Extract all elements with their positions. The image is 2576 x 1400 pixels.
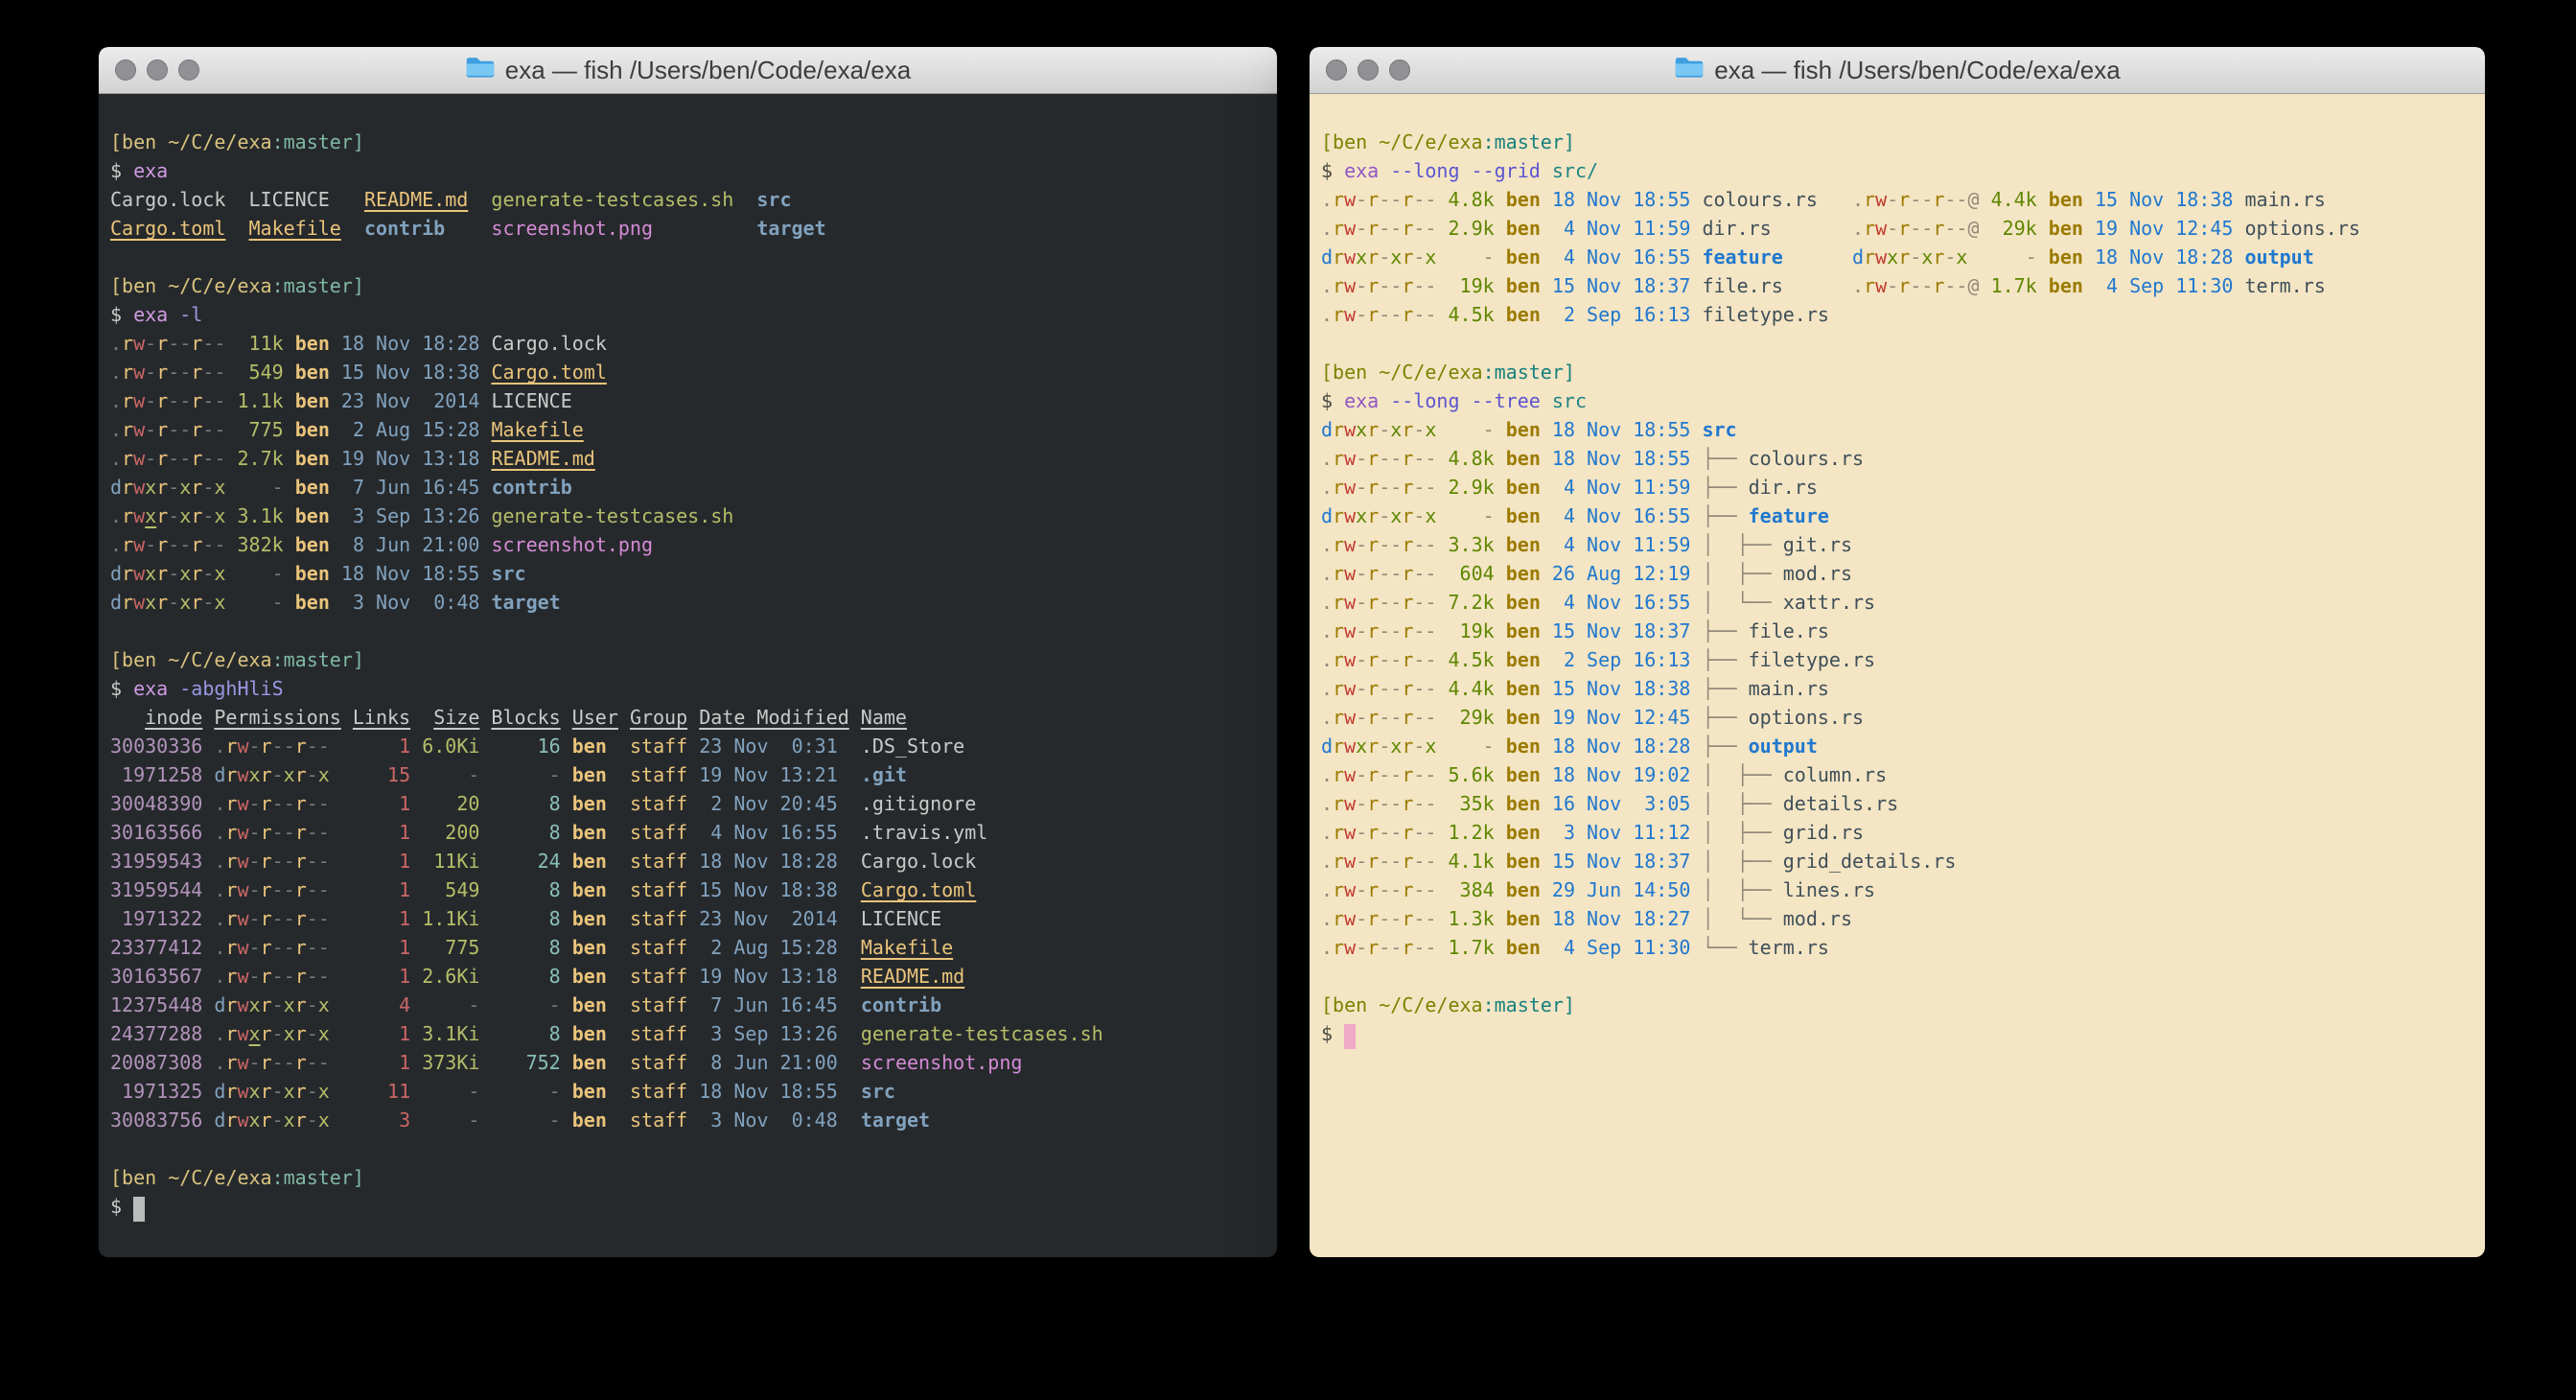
- text-cursor: [1344, 1024, 1356, 1049]
- terminal-line: [110, 1134, 1265, 1163]
- terminal-line: [1321, 962, 2473, 991]
- terminal-line: Cargo.toml Makefile contrib screenshot.p…: [110, 214, 1265, 243]
- terminal-line: 30048390 .rw-r--r-- 1 20 8 ben staff 2 N…: [110, 789, 1265, 818]
- terminal-line: $ exa -l: [110, 300, 1265, 329]
- terminal-line: 30163567 .rw-r--r-- 1 2.6Ki 8 ben staff …: [110, 962, 1265, 991]
- terminal-line: drwxr-xr-x - ben 4 Nov 16:55 ├── feature: [1321, 502, 2473, 530]
- terminal-line: [ben ~/C/e/exa:master]: [110, 128, 1265, 156]
- close-button[interactable]: [115, 59, 136, 81]
- terminal-line: .rw-r--r-- 2.9k ben 4 Nov 11:59 dir.rs .…: [1321, 214, 2473, 243]
- terminal-line: .rw-r--r-- 4.8k ben 18 Nov 18:55 colours…: [1321, 185, 2473, 214]
- terminal-line: .rw-r--r-- 4.4k ben 15 Nov 18:38 ├── mai…: [1321, 674, 2473, 703]
- terminal-line: Cargo.lock LICENCE README.md generate-te…: [110, 185, 1265, 214]
- terminal-line: .rw-r--r-- 4.1k ben 15 Nov 18:37 │ ├── g…: [1321, 847, 2473, 875]
- terminal-line: .rw-r--r-- 549 ben 15 Nov 18:38 Cargo.to…: [110, 358, 1265, 386]
- window-controls: [115, 59, 199, 81]
- terminal-line: 20087308 .rw-r--r-- 1 373Ki 752 ben staf…: [110, 1048, 1265, 1077]
- terminal-line: .rw-r--r-- 19k ben 15 Nov 18:37 ├── file…: [1321, 617, 2473, 645]
- terminal-line: drwxr-xr-x - ben 18 Nov 18:55 src: [110, 559, 1265, 588]
- terminal-line: drwxr-xr-x - ben 18 Nov 18:55 src: [1321, 415, 2473, 444]
- terminal-line: 1971258 drwxr-xr-x 15 - - ben staff 19 N…: [110, 760, 1265, 789]
- terminal-line: .rw-r--r-- 4.5k ben 2 Sep 16:13 ├── file…: [1321, 645, 2473, 674]
- terminal-line: [ben ~/C/e/exa:master]: [110, 645, 1265, 674]
- terminal-line: 31959544 .rw-r--r-- 1 549 8 ben staff 15…: [110, 875, 1265, 904]
- terminal-output[interactable]: [ben ~/C/e/exa:master]$ exa --long --gri…: [1310, 94, 2485, 1257]
- terminal-line: .rw-r--r-- 3.3k ben 4 Nov 11:59 │ ├── gi…: [1321, 530, 2473, 559]
- window-title-text: exa — fish /Users/ben/Code/exa/exa: [505, 56, 911, 85]
- terminal-window-dark: exa — fish /Users/ben/Code/exa/exa [ben …: [99, 47, 1277, 1257]
- terminal-line: .rw-r--r-- 4.5k ben 2 Sep 16:13 filetype…: [1321, 300, 2473, 329]
- terminal-line: .rw-r--r-- 11k ben 18 Nov 18:28 Cargo.lo…: [110, 329, 1265, 358]
- terminal-line: .rw-r--r-- 7.2k ben 4 Nov 16:55 │ └── xa…: [1321, 588, 2473, 617]
- titlebar[interactable]: exa — fish /Users/ben/Code/exa/exa: [1310, 47, 2485, 94]
- terminal-line: .rw-r--r-- 29k ben 19 Nov 12:45 ├── opti…: [1321, 703, 2473, 732]
- minimize-button[interactable]: [147, 59, 168, 81]
- terminal-line: 24377288 .rwxr-xr-x 1 3.1Ki 8 ben staff …: [110, 1019, 1265, 1048]
- minimize-button[interactable]: [1358, 59, 1379, 81]
- terminal-line: .rw-r--r-- 4.8k ben 18 Nov 18:55 ├── col…: [1321, 444, 2473, 473]
- terminal-line: [110, 617, 1265, 645]
- zoom-button[interactable]: [178, 59, 199, 81]
- terminal-line: [ben ~/C/e/exa:master]: [110, 271, 1265, 300]
- folder-icon: [1674, 55, 1705, 86]
- terminal-line: $: [1321, 1019, 2473, 1048]
- terminal-line: inode Permissions Links Size Blocks User…: [110, 703, 1265, 732]
- terminal-line: $ exa: [110, 156, 1265, 185]
- terminal-line: drwxr-xr-x - ben 18 Nov 18:28 ├── output: [1321, 732, 2473, 760]
- terminal-line: .rw-r--r-- 1.2k ben 3 Nov 11:12 │ ├── gr…: [1321, 818, 2473, 847]
- terminal-line: 12375448 drwxr-xr-x 4 - - ben staff 7 Ju…: [110, 991, 1265, 1019]
- terminal-line: 31959543 .rw-r--r-- 1 11Ki 24 ben staff …: [110, 847, 1265, 875]
- terminal-line: $: [110, 1192, 1265, 1221]
- titlebar[interactable]: exa — fish /Users/ben/Code/exa/exa: [99, 47, 1277, 94]
- terminal-line: 30030336 .rw-r--r-- 1 6.0Ki 16 ben staff…: [110, 732, 1265, 760]
- terminal-window-light: exa — fish /Users/ben/Code/exa/exa [ben …: [1310, 47, 2485, 1257]
- terminal-line: .rwxr-xr-x 3.1k ben 3 Sep 13:26 generate…: [110, 502, 1265, 530]
- terminal-line: 30163566 .rw-r--r-- 1 200 8 ben staff 4 …: [110, 818, 1265, 847]
- terminal-line: .rw-r--r-- 5.6k ben 18 Nov 19:02 │ ├── c…: [1321, 760, 2473, 789]
- terminal-line: 1971325 drwxr-xr-x 11 - - ben staff 18 N…: [110, 1077, 1265, 1106]
- terminal-line: .rw-r--r-- 382k ben 8 Jun 21:00 screensh…: [110, 530, 1265, 559]
- terminal-line: .rw-r--r-- 384 ben 29 Jun 14:50 │ ├── li…: [1321, 875, 2473, 904]
- terminal-line: [ben ~/C/e/exa:master]: [1321, 358, 2473, 386]
- terminal-line: [ben ~/C/e/exa:master]: [1321, 128, 2473, 156]
- text-cursor: [133, 1197, 145, 1222]
- terminal-line: 30083756 drwxr-xr-x 3 - - ben staff 3 No…: [110, 1106, 1265, 1134]
- terminal-line: drwxr-xr-x - ben 4 Nov 16:55 feature drw…: [1321, 243, 2473, 271]
- terminal-line: .rw-r--r-- 19k ben 15 Nov 18:37 file.rs …: [1321, 271, 2473, 300]
- terminal-line: 1971322 .rw-r--r-- 1 1.1Ki 8 ben staff 2…: [110, 904, 1265, 933]
- terminal-line: .rw-r--r-- 35k ben 16 Nov 3:05 │ ├── det…: [1321, 789, 2473, 818]
- window-title: exa — fish /Users/ben/Code/exa/exa: [465, 55, 911, 86]
- terminal-line: .rw-r--r-- 1.1k ben 23 Nov 2014 LICENCE: [110, 386, 1265, 415]
- terminal-line: $ exa -abghHliS: [110, 674, 1265, 703]
- window-controls: [1326, 59, 1410, 81]
- window-title: exa — fish /Users/ben/Code/exa/exa: [1674, 55, 2120, 86]
- terminal-line: .rw-r--r-- 1.3k ben 18 Nov 18:27 │ └── m…: [1321, 904, 2473, 933]
- window-title-text: exa — fish /Users/ben/Code/exa/exa: [1714, 56, 2120, 85]
- close-button[interactable]: [1326, 59, 1347, 81]
- terminal-line: .rw-r--r-- 604 ben 26 Aug 12:19 │ ├── mo…: [1321, 559, 2473, 588]
- terminal-line: $ exa --long --grid src/: [1321, 156, 2473, 185]
- terminal-line: .rw-r--r-- 1.7k ben 4 Sep 11:30 └── term…: [1321, 933, 2473, 962]
- terminal-line: 23377412 .rw-r--r-- 1 775 8 ben staff 2 …: [110, 933, 1265, 962]
- terminal-line: [ben ~/C/e/exa:master]: [110, 1163, 1265, 1192]
- terminal-line: .rw-r--r-- 2.9k ben 4 Nov 11:59 ├── dir.…: [1321, 473, 2473, 502]
- terminal-line: drwxr-xr-x - ben 3 Nov 0:48 target: [110, 588, 1265, 617]
- terminal-line: [ben ~/C/e/exa:master]: [1321, 991, 2473, 1019]
- terminal-line: drwxr-xr-x - ben 7 Jun 16:45 contrib: [110, 473, 1265, 502]
- terminal-line: [110, 243, 1265, 271]
- terminal-output[interactable]: [ben ~/C/e/exa:master]$ exaCargo.lock LI…: [99, 94, 1277, 1257]
- terminal-line: .rw-r--r-- 775 ben 2 Aug 15:28 Makefile: [110, 415, 1265, 444]
- folder-icon: [465, 55, 496, 86]
- zoom-button[interactable]: [1389, 59, 1410, 81]
- terminal-line: $ exa --long --tree src: [1321, 386, 2473, 415]
- terminal-line: .rw-r--r-- 2.7k ben 19 Nov 13:18 README.…: [110, 444, 1265, 473]
- terminal-line: [1321, 329, 2473, 358]
